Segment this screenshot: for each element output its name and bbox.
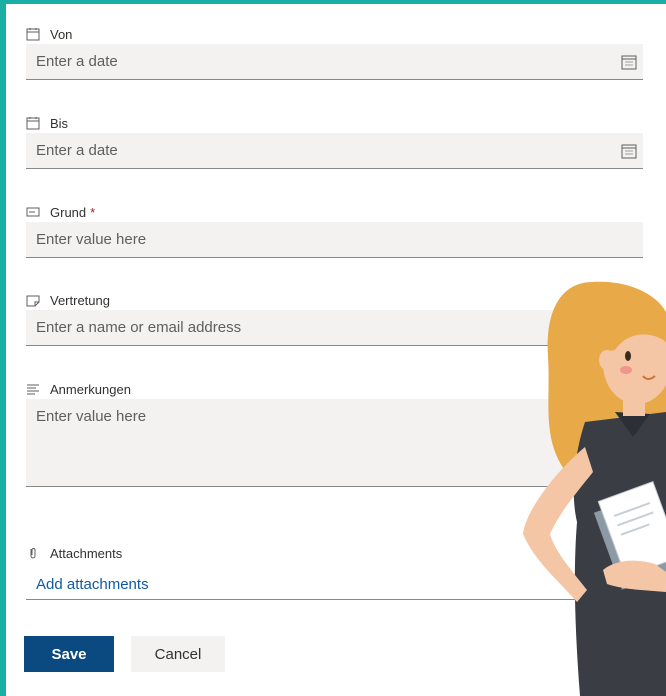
von-label-row: Von (26, 24, 643, 44)
grund-placeholder: Enter value here (36, 231, 147, 248)
multiline-text-icon (26, 382, 40, 396)
von-date-input[interactable]: Enter a date (26, 44, 643, 80)
bis-label: Bis (50, 115, 69, 131)
anmerkungen-label: Anmerkungen (50, 381, 131, 397)
vertretung-placeholder: Enter a name or email address (36, 319, 242, 336)
anmerkungen-placeholder: Enter value here (36, 408, 147, 425)
date-picker-icon[interactable] (621, 54, 637, 70)
grund-field: Grund * Enter value here (26, 202, 643, 258)
grund-label-row: Grund * (26, 202, 643, 222)
grund-label: Grund (50, 204, 87, 220)
person-picker-icon (26, 293, 40, 307)
von-field: Von Enter a date (26, 24, 643, 80)
bis-label-row: Bis (26, 113, 643, 133)
woman-illustration (523, 281, 666, 696)
paperclip-icon (26, 546, 40, 560)
required-marker: * (90, 204, 96, 220)
vertretung-label: Vertretung (50, 292, 110, 308)
bis-field: Bis Enter a date (26, 113, 643, 169)
von-placeholder: Enter a date (36, 53, 118, 70)
bis-placeholder: Enter a date (36, 142, 118, 159)
calendar-icon (26, 116, 40, 130)
von-label: Von (50, 26, 73, 42)
text-field-icon (26, 205, 40, 219)
cancel-button[interactable]: Cancel (131, 636, 225, 672)
save-button[interactable]: Save (24, 636, 114, 672)
calendar-icon (26, 27, 40, 41)
date-picker-icon[interactable] (621, 143, 637, 159)
grund-text-input[interactable]: Enter value here (26, 222, 643, 258)
bis-date-input[interactable]: Enter a date (26, 133, 643, 169)
attachments-label: Attachments (50, 545, 123, 561)
